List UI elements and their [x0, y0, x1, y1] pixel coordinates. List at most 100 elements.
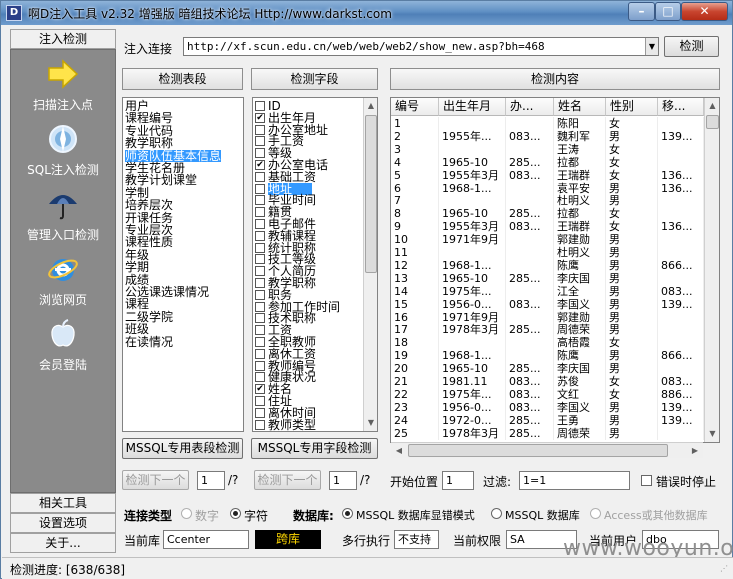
grid-column-header[interactable]: 办... — [506, 98, 554, 116]
content-grid[interactable]: 编号 出生年月 办... 姓名 性别 移... 1 陈阳女 2 1955年... 083... 魏利军… — [390, 97, 720, 443]
sidebar-tab-inject[interactable]: 注入检测 — [10, 29, 116, 49]
table-list-item[interactable]: 学期 — [125, 261, 149, 273]
scroll-left-icon[interactable]: ◀ — [391, 443, 407, 459]
next-fields-button[interactable]: 检测下一个 — [254, 470, 321, 490]
start-position-input[interactable]: 1 — [442, 471, 474, 490]
table-list-item[interactable]: 年级 — [125, 249, 149, 261]
grid-column-header[interactable]: 姓名 — [554, 98, 606, 116]
url-dropdown-chevron-icon[interactable]: ▼ — [645, 38, 658, 55]
sidebar-tab-settings[interactable]: 设置选项 — [10, 513, 116, 533]
grid-row[interactable]: 5 1955年3月 083... 王瑞群女 136... — [391, 168, 704, 182]
field-checkbox[interactable] — [255, 289, 265, 300]
field-list-item[interactable]: 离休工资 — [255, 348, 367, 360]
current-db-input[interactable]: Ccenter — [163, 530, 249, 549]
table-list-item[interactable]: 课程 — [125, 298, 149, 310]
field-list-item[interactable]: 职务 — [255, 289, 367, 301]
field-list-item[interactable]: 基础工资 — [255, 171, 367, 183]
filter-input[interactable]: 1=1 — [519, 471, 630, 490]
table-list-item[interactable]: 二级学院 — [125, 311, 173, 323]
conn-number-radio[interactable] — [181, 508, 192, 519]
field-checkbox[interactable] — [255, 171, 265, 182]
field-checkbox[interactable] — [255, 183, 265, 194]
scroll-down-icon[interactable]: ▼ — [705, 426, 719, 442]
field-checkbox[interactable] — [255, 278, 265, 288]
table-list-item[interactable]: 班级 — [125, 323, 149, 335]
grid-row[interactable]: 25 1978年3月 285... 周德荣男 — [391, 426, 704, 440]
grid-hscroll-thumb[interactable] — [408, 444, 668, 457]
next-tables-button[interactable]: 检测下一个 — [122, 470, 189, 490]
detect-button[interactable]: 检测 — [664, 36, 719, 57]
field-checkbox[interactable] — [255, 230, 265, 241]
field-checkbox[interactable] — [255, 101, 265, 111]
scroll-up-icon[interactable]: ▲ — [364, 98, 377, 114]
table-list-item[interactable]: 在读情况 — [125, 336, 173, 348]
grid-row[interactable]: 4 1965-10 285... 拉都女 — [391, 155, 704, 169]
grid-row[interactable]: 11 杜明义男 — [391, 246, 704, 259]
db-mssql-radio[interactable] — [491, 508, 502, 519]
field-checkbox[interactable] — [255, 396, 265, 406]
fields-header-button[interactable]: 检测字段 — [251, 68, 378, 90]
tables-header-button[interactable]: 检测表段 — [122, 68, 243, 90]
field-list-item[interactable]: 教师类型 — [255, 419, 367, 431]
grid-row[interactable]: 7 杜明义男 — [391, 194, 704, 208]
sidebar-item-login[interactable]: 会员登陆 — [11, 316, 115, 380]
field-checkbox[interactable] — [255, 207, 265, 218]
grid-row[interactable]: 13 1965-10 285... 李庆国男 — [391, 271, 704, 285]
grid-row[interactable]: 23 1956-0... 083... 李国义男 139... — [391, 400, 704, 414]
grid-column-header[interactable]: 编号 — [391, 98, 439, 116]
field-checkbox[interactable]: ✔ — [255, 384, 265, 395]
scroll-down-icon[interactable]: ▼ — [364, 415, 377, 431]
sidebar-tab-about[interactable]: 关于... — [10, 533, 116, 553]
sidebar-item-browse[interactable]: 浏览网页 — [11, 251, 115, 315]
grid-row[interactable]: 3 王涛女 — [391, 142, 704, 156]
grid-column-header[interactable]: 移... — [658, 98, 704, 116]
mssql-fields-button[interactable]: MSSQL专用字段检测 — [251, 438, 378, 459]
field-checkbox[interactable] — [255, 266, 265, 277]
grid-row[interactable]: 2 1955年... 083... 魏利军男 139... — [391, 129, 704, 143]
minimize-button[interactable]: – — [628, 2, 655, 21]
field-checkbox[interactable]: ✔ — [255, 160, 265, 170]
scroll-right-icon[interactable]: ▶ — [687, 443, 703, 459]
grid-row[interactable]: 10 1971年9月 郭建勋男 — [391, 233, 704, 247]
field-checkbox[interactable] — [255, 372, 265, 383]
table-list-item[interactable]: 培养层次 — [125, 199, 173, 211]
table-list-item[interactable]: 开课任务 — [125, 212, 173, 224]
grid-row[interactable]: 17 1978年3月 285... 周德荣男 — [391, 323, 704, 337]
field-checkbox[interactable] — [255, 136, 265, 147]
resize-grip-icon[interactable]: ⋰ — [720, 564, 730, 576]
field-list-item[interactable]: ✔ 出生年月 — [255, 112, 367, 124]
table-list-item[interactable]: 课程编号 — [125, 112, 173, 124]
grid-row[interactable]: 22 1975年... 083... 文红女 886... — [391, 387, 704, 401]
content-header-button[interactable]: 检测内容 — [390, 68, 720, 90]
field-checkbox[interactable] — [255, 360, 265, 371]
grid-row[interactable]: 14 1975年... 江全男 083... — [391, 284, 704, 298]
table-list-item[interactable]: 专业代码 — [125, 125, 173, 137]
db-mssql-error-radio[interactable] — [342, 508, 353, 519]
table-list-item[interactable]: 教学计划课堂 — [125, 174, 197, 186]
sidebar-item-scan[interactable]: 扫描注入点 — [11, 56, 115, 120]
field-checkbox[interactable] — [255, 148, 265, 159]
fields-checklist[interactable]: ID ✔ 出生年月 办公室地址 手工资 等级 ✔ 办公室电话 基础工资 地址 毕业时间 籍贯 电子邮件教… — [252, 97, 378, 432]
field-checkbox[interactable] — [255, 124, 265, 135]
tables-page-input[interactable]: 1 — [197, 471, 225, 490]
db-access-radio[interactable] — [590, 508, 601, 519]
field-checkbox[interactable] — [255, 337, 265, 347]
conn-string-radio[interactable] — [230, 508, 241, 519]
grid-row[interactable]: 15 1956-0... 083... 李国义男 139... — [391, 297, 704, 311]
field-checkbox[interactable] — [255, 325, 265, 336]
fields-page-input[interactable]: 1 — [329, 471, 357, 490]
table-list-item[interactable]: 课程性质 — [125, 236, 173, 248]
grid-row[interactable]: 12 1968-1... 陈鹰男 866... — [391, 258, 704, 272]
field-list-item[interactable]: 离休时间 — [255, 407, 367, 419]
field-checkbox[interactable] — [255, 313, 265, 324]
stop-on-error-checkbox[interactable] — [641, 475, 652, 486]
cross-lib-button[interactable]: 跨库 — [255, 530, 321, 549]
field-list-item[interactable]: 教辅课程 — [255, 230, 367, 242]
grid-vscrollbar[interactable]: ▲ ▼ — [704, 98, 719, 442]
field-checkbox[interactable] — [255, 195, 265, 206]
sidebar-item-admin[interactable]: 管理入口检测 — [11, 186, 115, 250]
field-checkbox[interactable] — [255, 419, 265, 430]
mssql-tables-button[interactable]: MSSQL专用表段检测 — [122, 438, 243, 459]
field-checkbox[interactable] — [255, 254, 265, 265]
fields-scrollbar[interactable]: ▲ ▼ — [363, 98, 377, 431]
